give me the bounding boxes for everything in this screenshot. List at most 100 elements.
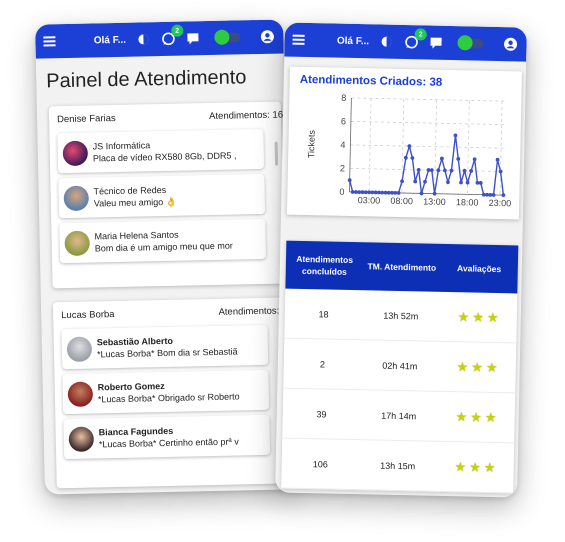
data-point xyxy=(357,190,362,195)
avatar xyxy=(64,230,90,256)
data-point xyxy=(373,190,378,195)
data-point xyxy=(403,155,408,160)
chat-icon[interactable] xyxy=(429,35,445,51)
whatsapp-icon[interactable]: 2 xyxy=(161,24,184,47)
cell-done: 18 xyxy=(318,308,329,319)
cell-done: 106 xyxy=(312,458,328,470)
y-tick-label: 2 xyxy=(340,163,345,173)
agent-name: Denise Farias xyxy=(56,112,116,126)
tickets-line-chart: 0 2 4 6 8 03:00 08:00 13:00 18:00 23:00 Tickets xyxy=(306,93,512,209)
stage: Olá F... 2 Painel de Atendimento Denise … xyxy=(0,0,565,542)
chat-icon[interactable] xyxy=(186,30,202,46)
data-point xyxy=(396,191,401,195)
contact-name: Roberto Gomez xyxy=(97,381,165,393)
phone-attendance-panel: Olá F... 2 Painel de Atendimento Denise … xyxy=(35,19,293,495)
table-row: 18 13h 52m ★ ★ ★ xyxy=(284,288,518,344)
brightness-icon[interactable] xyxy=(379,33,395,49)
tickets-chart-card: Atendimentos Criados: 38 0 2 4 6 8 03:00 08:00… xyxy=(286,66,522,220)
grid-line xyxy=(350,121,505,126)
cell-tm: 02h 41m xyxy=(382,360,418,371)
star-icon: ★ xyxy=(470,408,483,425)
avatar xyxy=(66,336,93,362)
table-row: 39 17h 14m ★ ★ ★ xyxy=(282,388,516,444)
last-message: Bom dia é um amigo meu que mor xyxy=(94,240,233,254)
whatsapp-badge: 2 xyxy=(171,24,184,37)
data-point xyxy=(498,169,503,174)
data-point xyxy=(380,190,385,195)
col-header-ratings: Avaliações xyxy=(457,263,502,275)
contact-name: Sebastião Alberto xyxy=(96,335,174,348)
data-point xyxy=(478,181,483,185)
col-header-done: Atendimentos concluídos xyxy=(296,253,354,277)
data-point xyxy=(370,190,375,195)
data-point xyxy=(469,169,474,173)
data-point xyxy=(472,157,477,162)
chat-item[interactable]: Maria Helena Santos Bom dia é um amigo me… xyxy=(59,218,267,264)
data-point xyxy=(501,193,506,198)
theme-toggle[interactable] xyxy=(217,32,241,43)
cell-tm: 13h 15m xyxy=(380,460,416,471)
star-icon: ★ xyxy=(455,408,468,424)
x-tick-label: 13:00 xyxy=(423,196,446,206)
scrollbar[interactable] xyxy=(274,141,279,166)
star-icon: ★ xyxy=(454,458,467,474)
data-point xyxy=(436,168,441,173)
data-point xyxy=(462,168,467,173)
whatsapp-icon[interactable]: 2 xyxy=(404,28,427,50)
data-point xyxy=(376,190,381,195)
data-point xyxy=(475,180,480,185)
data-point xyxy=(350,190,355,194)
star-icon: ★ xyxy=(469,458,481,475)
contact-name: Técnico de Redes xyxy=(93,184,167,197)
star-icon: ★ xyxy=(485,359,498,375)
menu-icon[interactable] xyxy=(43,36,56,47)
chat-item[interactable]: Técnico de Redes Valeu meu amigo 👌 xyxy=(58,173,266,219)
theme-toggle[interactable] xyxy=(460,38,484,49)
chat-item[interactable]: JS Informática Placa de vídeo RX580 8Gb, … xyxy=(57,128,265,174)
star-icon: ★ xyxy=(483,459,496,475)
data-point xyxy=(456,157,461,161)
data-point xyxy=(491,193,496,197)
data-point xyxy=(410,156,415,160)
last-message: Valeu meu amigo 👌 xyxy=(93,196,178,209)
account-icon[interactable] xyxy=(260,29,276,45)
data-point xyxy=(367,190,371,195)
avatar xyxy=(62,140,89,166)
star-icon: ★ xyxy=(484,409,497,425)
contact-name: Maria Helena Santos xyxy=(94,229,179,242)
top-bar: Olá F... 2 xyxy=(284,22,527,62)
agent-panel-lucas: Lucas Borba Atendimentos: 4 Sebastião Al… xyxy=(52,297,289,489)
data-point xyxy=(400,179,404,184)
data-point xyxy=(485,192,489,197)
star-icon: ★ xyxy=(472,309,485,325)
menu-icon[interactable] xyxy=(292,34,306,45)
data-point xyxy=(439,156,444,161)
chat-item[interactable]: Roberto Gomez *Lucas Borba* Obrigado sr R… xyxy=(62,369,270,415)
star-icon: ★ xyxy=(471,358,484,375)
data-point xyxy=(446,180,450,185)
top-bar: Olá F... 2 xyxy=(35,19,284,59)
grid-line xyxy=(350,144,505,149)
phone-dashboard: Olá F... 2 Atendimentos Criados: 38 0246… xyxy=(275,22,527,498)
x-tick-label: 03:00 xyxy=(358,195,381,205)
whatsapp-badge: 2 xyxy=(414,28,427,41)
data-point xyxy=(383,190,388,195)
data-point xyxy=(443,168,447,173)
data-point xyxy=(407,144,412,149)
data-point xyxy=(363,190,368,195)
stats-table: Atendimentos concluídos TM. Atendimento … xyxy=(281,240,519,494)
y-tick-label: 8 xyxy=(341,93,346,103)
brightness-icon[interactable] xyxy=(136,31,152,47)
chat-item[interactable]: Bianca Fagundes *Lucas Borba* Certinho en… xyxy=(63,414,271,460)
cell-done: 39 xyxy=(316,408,327,419)
account-icon[interactable] xyxy=(503,36,519,52)
x-tick-label: 23:00 xyxy=(489,198,512,208)
avatar xyxy=(67,381,94,407)
star-icon: ★ xyxy=(457,308,470,324)
avatar xyxy=(63,185,90,211)
data-point xyxy=(465,180,470,185)
chat-item[interactable]: Sebastião Alberto *Lucas Borba* Bom dia s… xyxy=(61,324,269,370)
data-point xyxy=(481,192,486,197)
series-line xyxy=(348,135,505,196)
data-point xyxy=(426,168,431,172)
